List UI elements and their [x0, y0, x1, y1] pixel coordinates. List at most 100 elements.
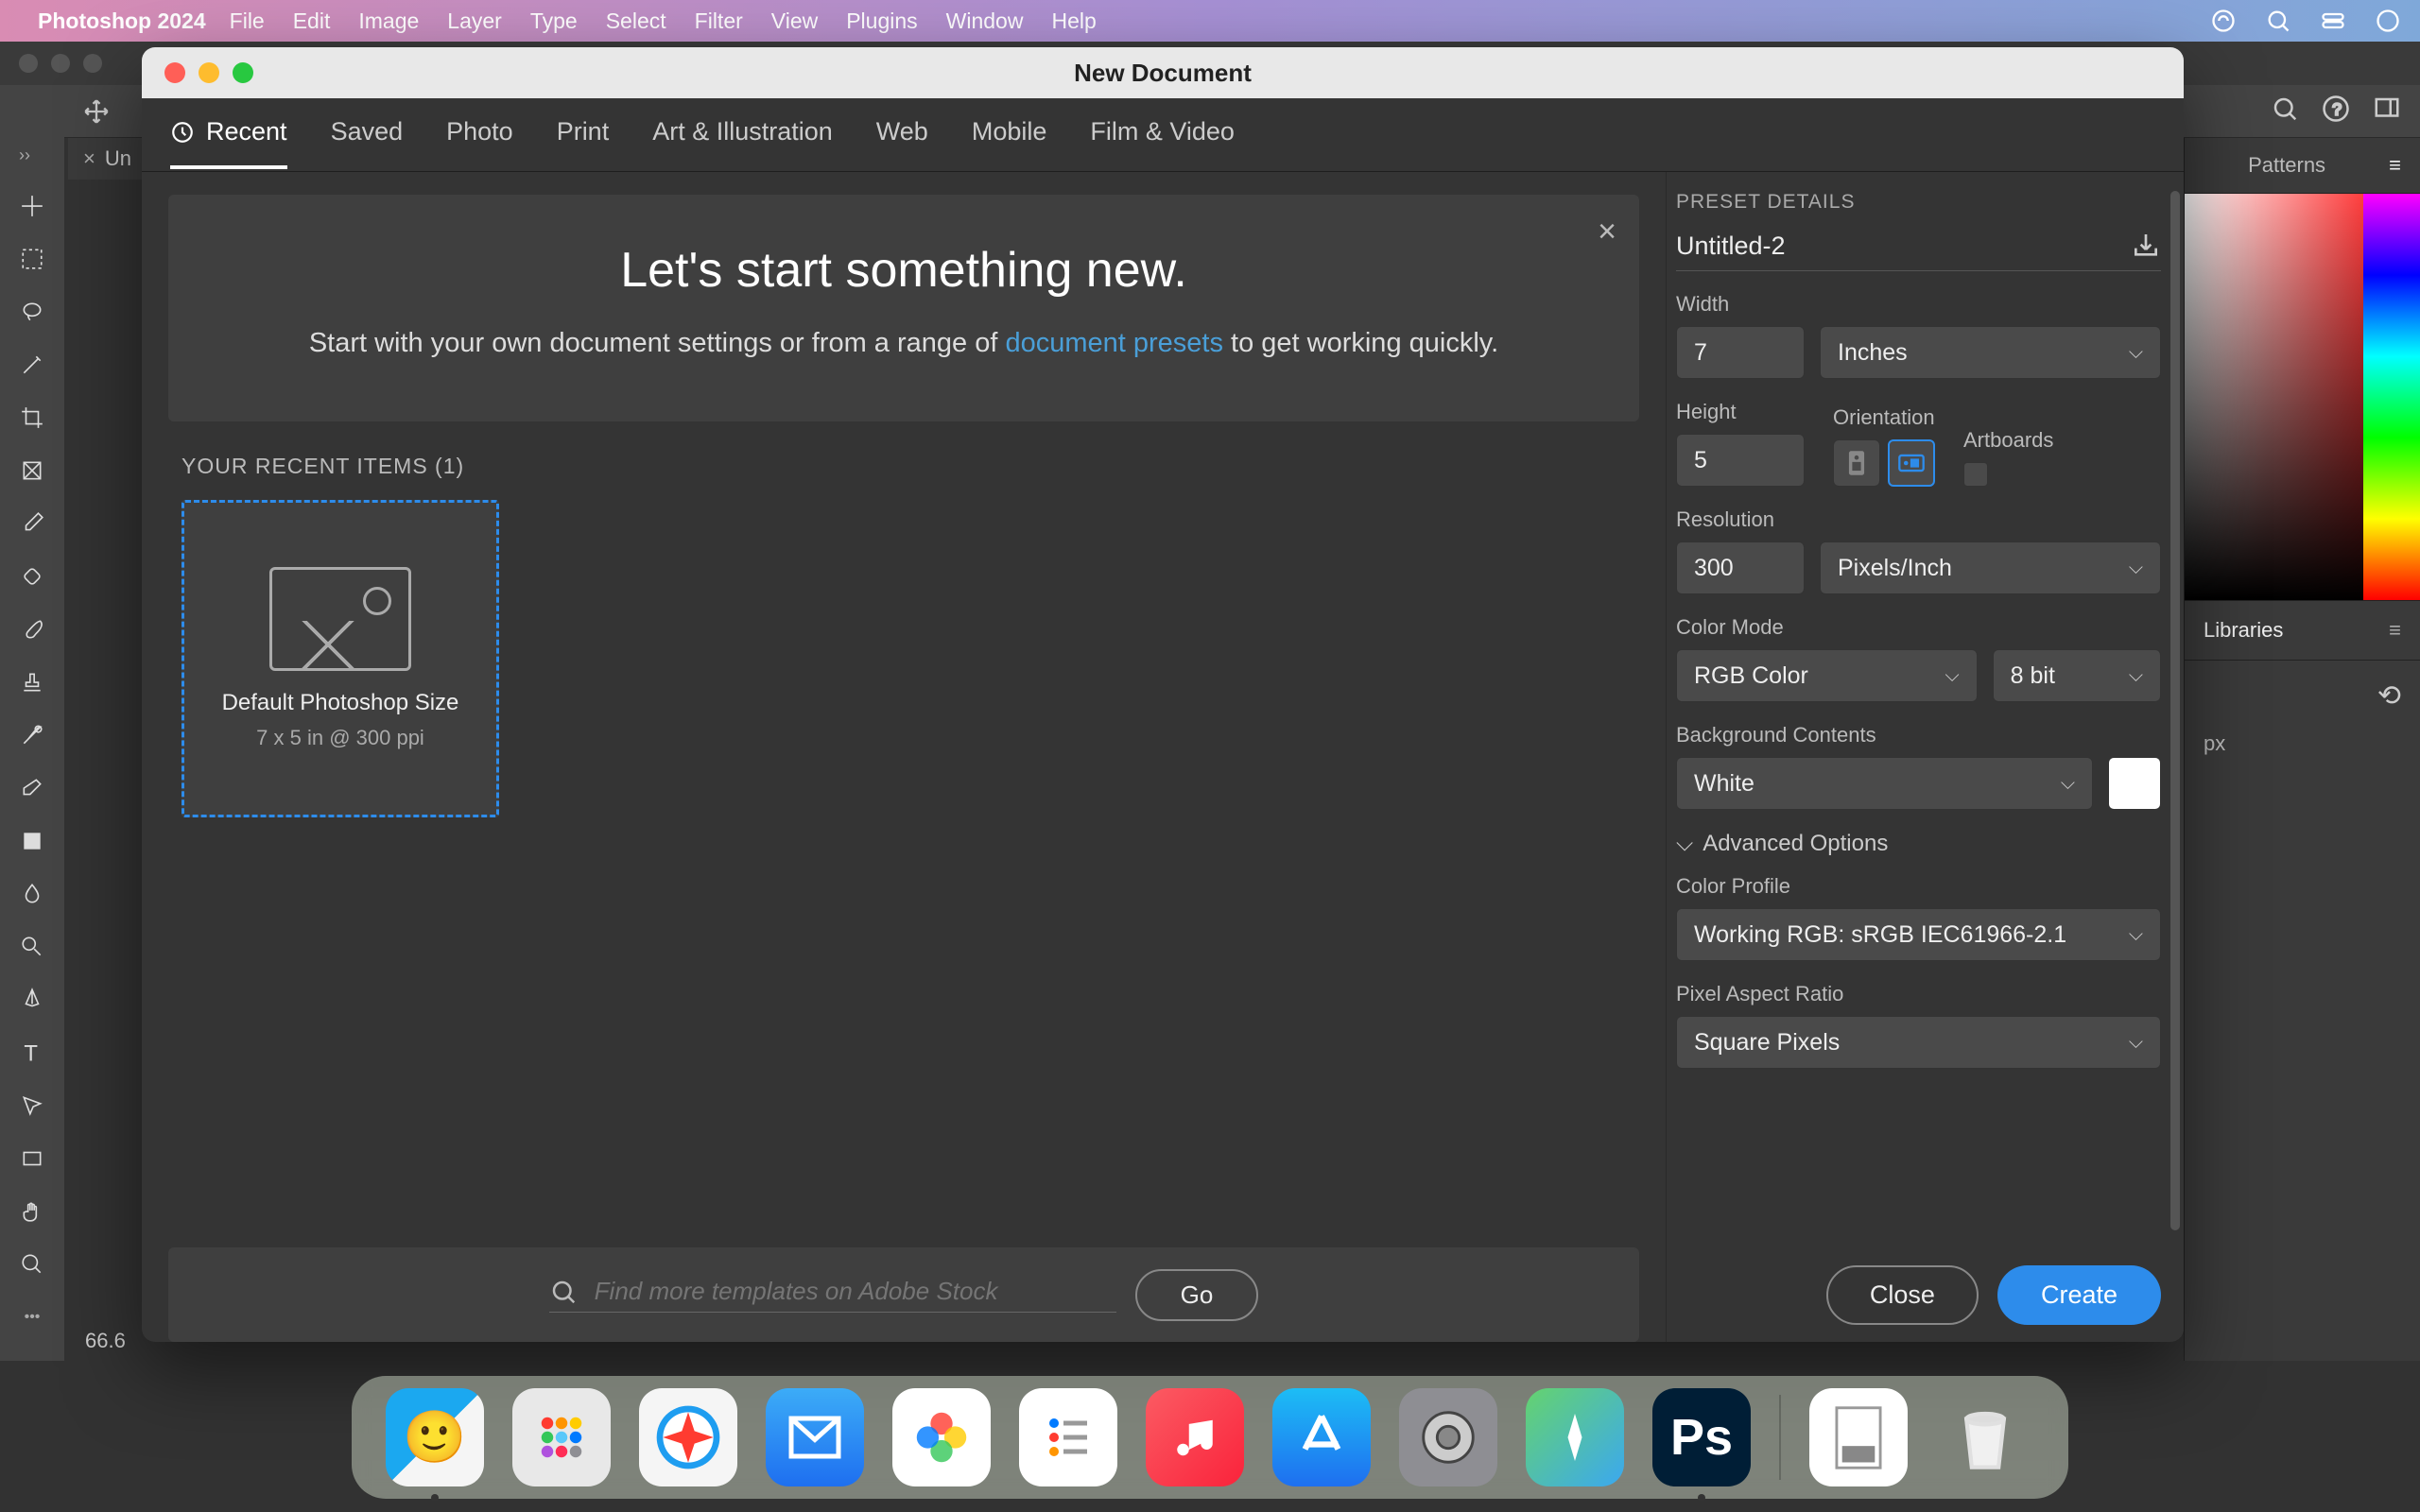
- type-tool[interactable]: T: [15, 1036, 49, 1070]
- frame-tool[interactable]: [15, 454, 49, 488]
- crop-tool[interactable]: [15, 401, 49, 435]
- modal-max-traffic[interactable]: [233, 62, 253, 83]
- height-input[interactable]: 5: [1676, 434, 1805, 487]
- tab-photo[interactable]: Photo: [446, 117, 513, 152]
- hand-tool[interactable]: [15, 1194, 49, 1228]
- recent-preset-card[interactable]: Default Photoshop Size 7 x 5 in @ 300 pp…: [182, 500, 499, 817]
- move-tool-icon[interactable]: [83, 98, 110, 125]
- healing-tool[interactable]: [15, 559, 49, 593]
- orientation-landscape[interactable]: [1888, 439, 1935, 487]
- pen-tool[interactable]: [15, 983, 49, 1017]
- dock-maps[interactable]: [1526, 1388, 1624, 1486]
- brush-tool[interactable]: [15, 612, 49, 646]
- go-button[interactable]: Go: [1135, 1269, 1259, 1321]
- bg-traffic-close[interactable]: [19, 54, 38, 73]
- color-profile-select[interactable]: Working RGB: sRGB IEC61966-2.1⌵: [1676, 908, 2161, 961]
- width-unit-select[interactable]: Inches⌵: [1820, 326, 2161, 379]
- libraries-menu-icon[interactable]: ≡: [2389, 618, 2401, 643]
- marquee-tool[interactable]: [15, 242, 49, 276]
- menu-edit[interactable]: Edit: [293, 9, 331, 34]
- blur-tool[interactable]: [15, 877, 49, 911]
- dock-finder[interactable]: 🙂: [386, 1388, 484, 1486]
- dock-photoshop[interactable]: Ps: [1652, 1388, 1751, 1486]
- tab-recent[interactable]: Recent: [170, 117, 287, 169]
- dock-appstore[interactable]: [1272, 1388, 1371, 1486]
- dock-document[interactable]: [1809, 1388, 1908, 1486]
- spotlight-icon[interactable]: [2265, 8, 2291, 34]
- menu-image[interactable]: Image: [358, 9, 419, 34]
- path-selection-tool[interactable]: [15, 1089, 49, 1123]
- stamp-tool[interactable]: [15, 665, 49, 699]
- eraser-tool[interactable]: [15, 771, 49, 805]
- resolution-input[interactable]: 300: [1676, 541, 1805, 594]
- app-name[interactable]: Photoshop 2024: [38, 9, 206, 34]
- par-select[interactable]: Square Pixels⌵: [1676, 1016, 2161, 1069]
- close-tab-icon[interactable]: ×: [83, 146, 95, 171]
- dock-reminders[interactable]: [1019, 1388, 1117, 1486]
- help-icon[interactable]: ?: [2322, 94, 2350, 123]
- modal-close-traffic[interactable]: [164, 62, 185, 83]
- cc-icon[interactable]: [2210, 8, 2237, 34]
- lasso-tool[interactable]: [15, 295, 49, 329]
- close-icon[interactable]: ×: [1598, 214, 1616, 250]
- stock-search-input[interactable]: [595, 1277, 1116, 1306]
- document-presets-link[interactable]: document presets: [1005, 328, 1223, 358]
- bg-traffic-min[interactable]: [51, 54, 70, 73]
- panel-menu-icon[interactable]: ≡: [2389, 153, 2401, 178]
- dock-safari[interactable]: [639, 1388, 737, 1486]
- siri-icon[interactable]: [2375, 8, 2401, 34]
- bg-contents-select[interactable]: White⌵: [1676, 757, 2093, 810]
- tab-film[interactable]: Film & Video: [1090, 117, 1235, 152]
- create-button[interactable]: Create: [1997, 1265, 2161, 1325]
- menu-view[interactable]: View: [771, 9, 818, 34]
- panel-tab-patterns[interactable]: Patterns: [2248, 153, 2325, 178]
- menu-filter[interactable]: Filter: [695, 9, 743, 34]
- tab-print[interactable]: Print: [557, 117, 610, 152]
- more-tools-icon[interactable]: •••: [15, 1300, 49, 1334]
- bit-depth-select[interactable]: 8 bit⌵: [1993, 649, 2161, 702]
- menu-help[interactable]: Help: [1051, 9, 1096, 34]
- artboards-checkbox[interactable]: [1963, 462, 1988, 487]
- width-input[interactable]: 7: [1676, 326, 1805, 379]
- dock-launchpad[interactable]: [512, 1388, 611, 1486]
- resolution-unit-select[interactable]: Pixels/Inch⌵: [1820, 541, 2161, 594]
- rectangle-tool[interactable]: [15, 1142, 49, 1176]
- color-mode-select[interactable]: RGB Color⌵: [1676, 649, 1978, 702]
- dock-trash[interactable]: [1936, 1388, 2034, 1486]
- history-brush-tool[interactable]: [15, 718, 49, 752]
- menu-layer[interactable]: Layer: [447, 9, 502, 34]
- menu-plugins[interactable]: Plugins: [846, 9, 917, 34]
- dock-settings[interactable]: [1399, 1388, 1497, 1486]
- dodge-tool[interactable]: [15, 930, 49, 964]
- hue-strip[interactable]: [2363, 194, 2420, 600]
- move-tool[interactable]: [15, 189, 49, 223]
- bg-swatch[interactable]: [2108, 757, 2161, 810]
- zoom-tool[interactable]: [15, 1247, 49, 1281]
- dock-music[interactable]: [1146, 1388, 1244, 1486]
- menu-select[interactable]: Select: [606, 9, 666, 34]
- bg-traffic-max[interactable]: [83, 54, 102, 73]
- dock-photos[interactable]: [892, 1388, 991, 1486]
- dock-mail[interactable]: [766, 1388, 864, 1486]
- tab-web[interactable]: Web: [876, 117, 928, 152]
- orientation-portrait[interactable]: [1833, 439, 1880, 487]
- eyedropper-tool[interactable]: [15, 507, 49, 541]
- search-icon[interactable]: [2271, 94, 2299, 123]
- menu-window[interactable]: Window: [946, 9, 1024, 34]
- tab-saved[interactable]: Saved: [331, 117, 404, 152]
- tab-art[interactable]: Art & Illustration: [652, 117, 833, 152]
- gradient-tool[interactable]: [15, 824, 49, 858]
- document-tab[interactable]: × Un: [68, 138, 147, 180]
- scrollbar[interactable]: [2170, 191, 2180, 1230]
- close-button[interactable]: Close: [1826, 1265, 1979, 1325]
- revert-icon[interactable]: ⟲: [2377, 679, 2401, 713]
- workspace-icon[interactable]: [2373, 94, 2401, 123]
- control-center-icon[interactable]: [2320, 8, 2346, 34]
- tab-mobile[interactable]: Mobile: [972, 117, 1047, 152]
- menu-type[interactable]: Type: [530, 9, 578, 34]
- modal-min-traffic[interactable]: [199, 62, 219, 83]
- advanced-options-toggle[interactable]: ⌵ Advanced Options: [1676, 831, 2161, 857]
- tool-expand-icon[interactable]: ››: [19, 146, 30, 165]
- magic-wand-tool[interactable]: [15, 348, 49, 382]
- panel-tab-libraries[interactable]: Libraries: [2204, 618, 2283, 643]
